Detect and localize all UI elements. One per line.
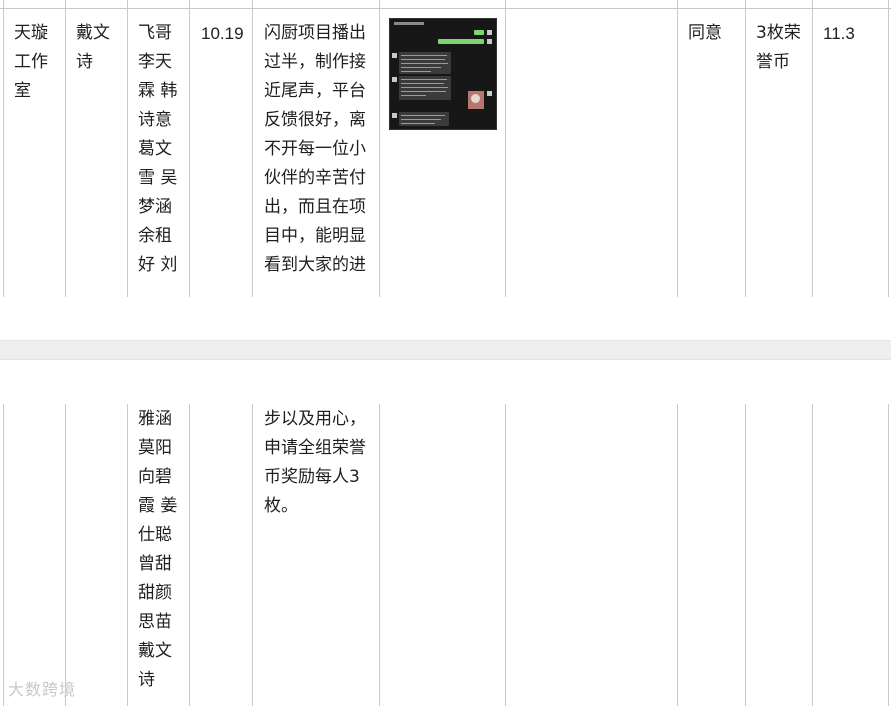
col-border (379, 0, 380, 297)
chat-bubble-received (399, 52, 451, 74)
grant-date-text: 11.3 (823, 24, 855, 43)
col-border (252, 0, 253, 297)
col-border (505, 0, 506, 297)
date-text: 10.19 (201, 24, 244, 43)
chat-photo (468, 91, 484, 109)
col-border (812, 0, 813, 297)
col-border (888, 0, 889, 297)
col-border (677, 404, 678, 706)
col-border (65, 0, 66, 297)
col-border (189, 404, 190, 706)
chat-bubble-sent (474, 30, 484, 35)
col-border (65, 404, 66, 706)
col-border (127, 0, 128, 297)
studio-cell: 天璇工作室 (14, 0, 58, 297)
date-cell: 10.19 (201, 0, 247, 297)
chat-avatar (392, 53, 397, 58)
members-text-continued: 雅涵莫阳向碧霞 姜仕聪曾甜甜颜思苗戴文诗 (138, 409, 178, 690)
members-cell-continued: 雅涵莫阳向碧霞 姜仕聪曾甜甜颜思苗戴文诗 (138, 404, 182, 706)
chat-avatar (487, 91, 492, 96)
members-text: 飞哥李天霖 韩诗意葛文雪 吴梦涵余租好 刘 (138, 23, 178, 275)
table-page-2: 雅涵莫阳向碧霞 姜仕聪曾甜甜颜思苗戴文诗 步以及用心，申请全组荣誉币奖励每人3枚… (0, 404, 891, 706)
col-border (745, 0, 746, 297)
col-border (127, 404, 128, 706)
col-border (745, 404, 746, 706)
reason-text: 闪厨项目播出过半，制作接近尾声，平台反馈很好，离不开每一位小伙伴的辛苦付出，而且… (264, 23, 366, 275)
reason-cell: 闪厨项目播出过半，制作接近尾声，平台反馈很好，离不开每一位小伙伴的辛苦付出，而且… (264, 0, 374, 297)
applicant-cell: 戴文诗 (76, 0, 120, 297)
watermark-logo: 大数跨境 (8, 676, 76, 700)
attachment-thumbnail[interactable] (389, 18, 497, 130)
col-border (888, 404, 889, 706)
col-border (3, 404, 4, 706)
col-border (379, 404, 380, 706)
watermark-text: 大数跨境 (8, 680, 77, 699)
reward-cell: 3枚荣誉币 (756, 0, 808, 297)
chat-bubble-sent (438, 39, 484, 44)
document-page-1: 天璇工作室 戴文诗 飞哥李天霖 韩诗意葛文雪 吴梦涵余租好 刘 10.19 闪厨… (0, 0, 891, 297)
approval-text: 同意 (688, 23, 722, 43)
reason-cell-continued: 步以及用心，申请全组荣誉币奖励每人3枚。 (264, 404, 374, 706)
chat-avatar (392, 113, 397, 118)
chat-bubble-received (399, 112, 449, 126)
col-border (3, 0, 4, 297)
chat-avatar (392, 77, 397, 82)
grant-date-cell: 11.3 (823, 0, 883, 297)
chat-avatar (487, 30, 492, 35)
approval-cell: 同意 (688, 0, 740, 297)
col-border (812, 404, 813, 706)
chat-header (394, 22, 424, 25)
col-border (189, 0, 190, 297)
col-border (505, 404, 506, 706)
document-page-2: 雅涵莫阳向碧霞 姜仕聪曾甜甜颜思苗戴文诗 步以及用心，申请全组荣誉币奖励每人3枚… (0, 404, 891, 706)
reason-text-continued: 步以及用心，申请全组荣誉币奖励每人3枚。 (264, 409, 366, 516)
table-page-1: 天璇工作室 戴文诗 飞哥李天霖 韩诗意葛文雪 吴梦涵余租好 刘 10.19 闪厨… (0, 0, 891, 297)
chat-avatar (487, 39, 492, 44)
members-cell: 飞哥李天霖 韩诗意葛文雪 吴梦涵余租好 刘 (138, 0, 182, 297)
reward-text: 3枚荣誉币 (756, 23, 801, 72)
page-separator (0, 340, 891, 360)
applicant-text: 戴文诗 (76, 23, 110, 72)
studio-text: 天璇工作室 (14, 23, 48, 101)
chat-bubble-received (399, 76, 451, 100)
col-border (252, 404, 253, 706)
col-border (677, 0, 678, 297)
